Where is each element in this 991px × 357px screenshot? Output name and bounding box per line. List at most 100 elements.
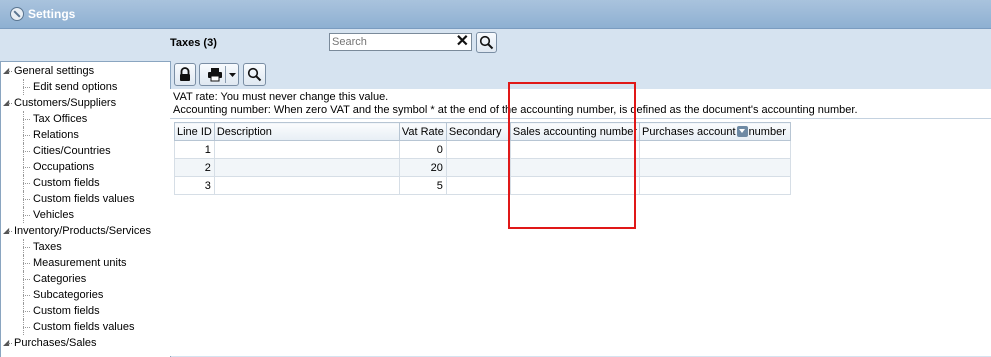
- print-button[interactable]: [199, 63, 239, 86]
- cell-line-id[interactable]: 1: [174, 140, 215, 159]
- tree-group-purchases-sales[interactable]: ◢ Purchases/Sales: [1, 335, 170, 351]
- table-row[interactable]: 2 20: [174, 158, 791, 177]
- tree-item-cities-countries[interactable]: Cities/Countries: [1, 143, 170, 159]
- search-box[interactable]: ✕: [329, 33, 472, 51]
- tree-item-measurement-units[interactable]: Measurement units: [1, 255, 170, 271]
- tree-item-label: Cities/Countries: [33, 145, 111, 157]
- cell-description[interactable]: [213, 158, 400, 177]
- cell-vat-rate[interactable]: 5: [398, 176, 447, 195]
- tree-item-label: Edit send options: [33, 81, 118, 93]
- window-title: Settings: [28, 7, 76, 21]
- lock-button[interactable]: [174, 63, 196, 86]
- tree-connector: [23, 87, 30, 88]
- search-button[interactable]: [476, 32, 497, 53]
- tree-item-subcategories[interactable]: Subcategories: [1, 287, 170, 303]
- tree-group-inventory-products-services[interactable]: ◢ Inventory/Products/Services: [1, 223, 170, 239]
- tree-item-label: Custom fields: [33, 305, 100, 317]
- tree-connector: [8, 231, 12, 232]
- table-row[interactable]: 1 0: [174, 140, 791, 159]
- column-header-line-id[interactable]: Line ID: [174, 122, 215, 141]
- window-titlebar: Settings: [0, 0, 991, 29]
- tree-connector: [23, 167, 30, 168]
- tree-connector: [8, 343, 12, 344]
- tree-item-label: Categories: [33, 273, 87, 285]
- settings-tree[interactable]: ◢ General settings Edit send options ◢ Custo…: [0, 61, 171, 357]
- tree-connector: [23, 199, 30, 200]
- cell-line-id[interactable]: 3: [174, 176, 215, 195]
- search-icon: [247, 67, 262, 82]
- tree-item-label: Inventory/Products/Services: [14, 225, 151, 237]
- tree-item-label: Taxes: [33, 241, 62, 253]
- tree-item-label: Vehicles: [33, 209, 74, 221]
- column-header-purchases-suffix: number: [748, 125, 786, 138]
- dropdown-arrow-icon: [229, 73, 236, 77]
- tree-item-label: Custom fields: [33, 177, 100, 189]
- tree-connector: [23, 151, 30, 152]
- tree-item-custom-fields-values[interactable]: Custom fields values: [1, 191, 170, 207]
- tree-connector: [23, 135, 30, 136]
- tree-group-general-settings[interactable]: ◢ General settings: [1, 63, 170, 79]
- cell-description[interactable]: [213, 140, 400, 159]
- search-icon: [479, 35, 494, 50]
- tree-item-categories[interactable]: Categories: [1, 271, 170, 287]
- column-header-vat-rate[interactable]: Vat Rate: [398, 122, 447, 141]
- tree-connector: [23, 119, 30, 120]
- tree-item-relations[interactable]: Relations: [1, 127, 170, 143]
- tree-connector: [23, 215, 30, 216]
- column-header-purchases-accounting-number[interactable]: Purchases account number: [639, 122, 791, 141]
- tree-item-label: Subcategories: [33, 289, 104, 301]
- tree-connector: [23, 295, 30, 296]
- tree-item-custom-fields[interactable]: Custom fields: [1, 303, 170, 319]
- taxes-table[interactable]: Line ID Description Vat Rate Secondary S…: [174, 122, 791, 195]
- tree-item-label: Purchases/Sales: [14, 337, 97, 349]
- cell-vat-rate[interactable]: 20: [398, 158, 447, 177]
- cell-purchases-accounting-number[interactable]: [639, 176, 791, 195]
- table-header-row: Line ID Description Vat Rate Secondary S…: [174, 122, 791, 141]
- cell-line-id[interactable]: 2: [174, 158, 215, 177]
- column-header-purchases-prefix: Purchases account: [642, 125, 736, 138]
- vat-info-text: VAT rate: You must never change this val…: [173, 91, 389, 103]
- tree-item-custom-fields-values[interactable]: Custom fields values: [1, 319, 170, 335]
- column-menu-icon[interactable]: [736, 125, 748, 137]
- tree-item-occupations[interactable]: Occupations: [1, 159, 170, 175]
- cell-purchases-accounting-number[interactable]: [639, 158, 791, 177]
- tree-item-label: Measurement units: [33, 257, 127, 269]
- tree-item-vehicles[interactable]: Vehicles: [1, 207, 170, 223]
- tree-item-taxes[interactable]: Taxes: [1, 239, 170, 255]
- cell-secondary[interactable]: [445, 140, 511, 159]
- cell-secondary[interactable]: [445, 176, 511, 195]
- tree-connector: [23, 327, 30, 328]
- lock-icon: [180, 67, 190, 81]
- tree-connector: [23, 263, 30, 264]
- tree-connector: [23, 311, 30, 312]
- column-header-description[interactable]: Description: [213, 122, 400, 141]
- tree-connector: [8, 71, 12, 72]
- tree-item-tax-offices[interactable]: Tax Offices: [1, 111, 170, 127]
- cell-description[interactable]: [213, 176, 400, 195]
- tree-item-label: Relations: [33, 129, 79, 141]
- cell-purchases-accounting-number[interactable]: [639, 140, 791, 159]
- tree-connector: [23, 279, 30, 280]
- tree-item-label: Custom fields values: [33, 321, 135, 333]
- print-icon: [207, 68, 222, 82]
- tree-connector: [23, 183, 30, 184]
- tree-item-custom-fields[interactable]: Custom fields: [1, 175, 170, 191]
- cell-secondary[interactable]: [445, 158, 511, 177]
- table-row[interactable]: 3 5: [174, 176, 791, 195]
- search-input[interactable]: [330, 34, 454, 50]
- tree-item-label: Occupations: [33, 161, 95, 173]
- tree-item-label: General settings: [14, 65, 95, 77]
- cell-vat-rate[interactable]: 0: [398, 140, 447, 159]
- clear-icon[interactable]: ✕: [456, 34, 469, 50]
- tree-connector: [8, 103, 12, 104]
- tree-item-label: Tax Offices: [33, 113, 88, 125]
- column-header-secondary[interactable]: Secondary: [445, 122, 511, 141]
- find-button[interactable]: [243, 63, 266, 86]
- highlight-box: [508, 82, 636, 229]
- tree-group-customers-suppliers[interactable]: ◢ Customers/Suppliers: [1, 95, 170, 111]
- settings-icon: [10, 7, 24, 21]
- tree-item-label: Custom fields values: [33, 193, 135, 205]
- tree-connector: [23, 247, 30, 248]
- page-title: Taxes (3): [170, 37, 217, 49]
- tree-item-edit-send-options[interactable]: Edit send options: [1, 79, 170, 95]
